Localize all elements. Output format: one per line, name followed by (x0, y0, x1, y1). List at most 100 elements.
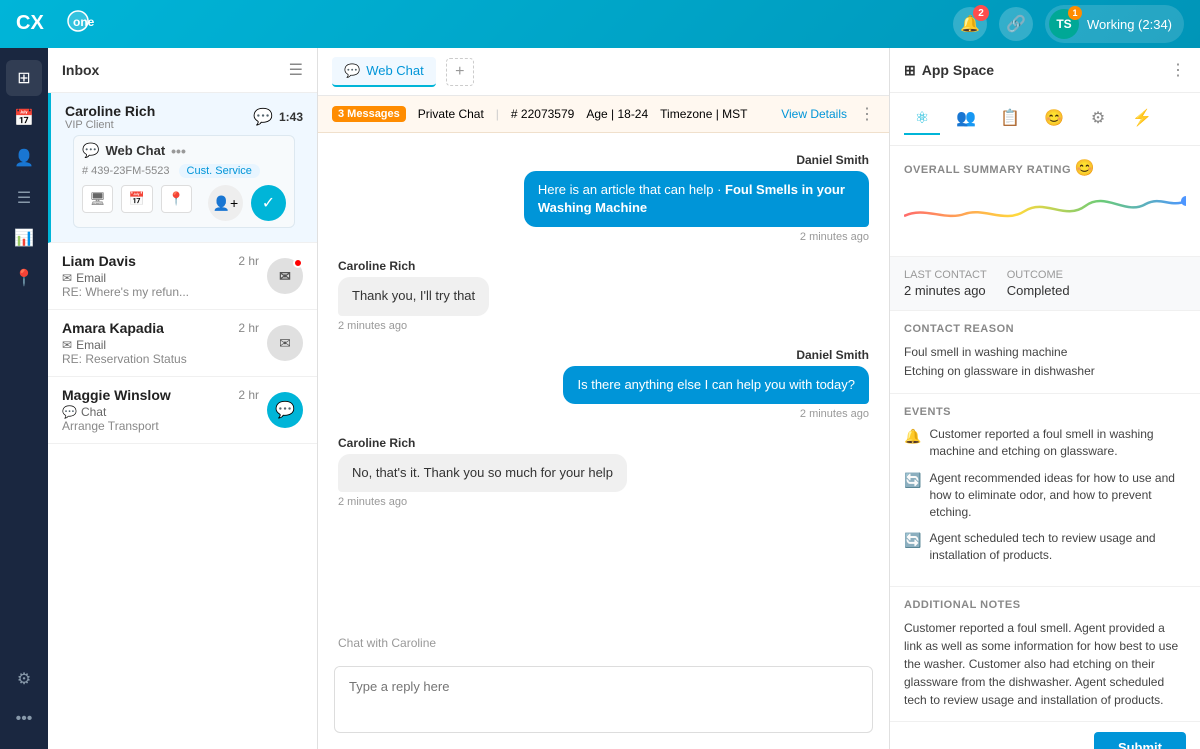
tab-users[interactable]: 👥 (948, 103, 984, 135)
app-space-panel: ⊞ App Space ⋮ ⚛ 👥 📋 😊 ⚙ ⚡ OVERALL SUMMAR… (890, 48, 1200, 749)
chat-header: 💬 Web Chat + (318, 48, 889, 96)
agent-badge: 1 (1068, 6, 1082, 20)
user-plus-btn[interactable]: 👤+ (208, 185, 243, 221)
last-contact-section: LAST CONTACT 2 minutes ago OUTCOME Compl… (890, 257, 1200, 311)
event-2-icon: 🔄 (904, 471, 921, 520)
inbox-item-maggie[interactable]: Maggie Winslow 2 hr 💬Chat Arrange Transp… (48, 377, 317, 444)
chat-info-bar: 3 Messages Private Chat | # 22073579 Age… (318, 96, 889, 133)
webchat-id: # 439-23FM-5523 Cust. Service (82, 165, 286, 177)
caroline-time: 1:43 (279, 110, 303, 124)
events-title: EVENTS (904, 406, 1186, 418)
reply-hint: Chat with Caroline (318, 630, 889, 656)
msg3-sender: Daniel Smith (796, 348, 869, 362)
sidebar-item-calendar[interactable]: 📅 (6, 100, 42, 136)
notes-title: ADDITIONAL NOTES (904, 599, 1186, 611)
sidebar-item-more[interactable]: ••• (6, 701, 42, 737)
contact-reason-text: Foul smell in washing machine Etching on… (904, 343, 1186, 381)
location-btn[interactable]: 📍 (161, 185, 192, 213)
chat-more-btn[interactable]: ⋮ (859, 104, 875, 124)
webchat-label: 💬 Web Chat ••• (82, 142, 186, 159)
grid-icon: ⊞ (904, 62, 916, 79)
top-nav: CX one 🔔 2 🔗 TS 1 Working (2:34) (0, 0, 1200, 48)
submit-button[interactable]: Submit (1094, 732, 1186, 749)
nav-right: 🔔 2 🔗 TS 1 Working (2:34) (953, 5, 1184, 43)
msg2-bubble: Thank you, I'll try that (338, 277, 489, 315)
msg4-bubble: No, that's it. Thank you so much for you… (338, 454, 627, 492)
tab-clipboard[interactable]: 📋 (992, 103, 1028, 135)
logo: CX one (16, 7, 106, 42)
event-2: 🔄 Agent recommended ideas for how to use… (904, 470, 1186, 520)
notification-badge: 2 (973, 5, 989, 21)
inbox-header: Inbox ☰ (48, 48, 317, 93)
svg-text:CX: CX (16, 12, 44, 34)
msg2-time: 2 minutes ago (338, 320, 407, 332)
inbox-menu-icon[interactable]: ☰ (289, 60, 303, 80)
private-chat: Private Chat (418, 107, 484, 121)
maggie-time: 2 hr (238, 388, 259, 402)
message-3: Daniel Smith Is there anything else I ca… (338, 348, 869, 420)
maggie-type: 💬Chat (62, 405, 259, 419)
link-button[interactable]: 🔗 (999, 7, 1033, 41)
app-space-title: ⊞ App Space (904, 62, 994, 79)
maggie-name: Maggie Winslow (62, 387, 171, 403)
svg-text:one: one (73, 15, 95, 29)
calendar-btn[interactable]: 📅 (121, 185, 152, 213)
notifications-button[interactable]: 🔔 2 (953, 7, 987, 41)
msg2-sender: Caroline Rich (338, 259, 415, 273)
liam-preview: RE: Where's my refun... (62, 285, 259, 299)
reply-input[interactable] (335, 667, 872, 727)
timezone: Timezone | MST (660, 107, 747, 121)
inbox-item-liam[interactable]: Liam Davis 2 hr ✉Email RE: Where's my re… (48, 243, 317, 310)
liam-dot (293, 258, 303, 268)
event-1-icon: 🔔 (904, 427, 921, 460)
tab-lightning[interactable]: ⚡ (1124, 103, 1160, 135)
age: Age | 18-24 (586, 107, 648, 121)
inbox-item-amara[interactable]: Amara Kapadia 2 hr ✉Email RE: Reservatio… (48, 310, 317, 377)
tab-atom[interactable]: ⚛ (904, 103, 940, 135)
web-chat-tab[interactable]: 💬 Web Chat (332, 57, 436, 87)
contact-reason-section: CONTACT REASON Foul smell in washing mac… (890, 311, 1200, 394)
agent-status[interactable]: TS 1 Working (2:34) (1045, 5, 1184, 43)
caroline-name: Caroline Rich (65, 103, 155, 119)
inbox-panel: Inbox ☰ Caroline Rich VIP Client 💬 1:43 (48, 48, 318, 749)
overall-rating-title: OVERALL SUMMARY RATING 😊 (904, 158, 1186, 178)
additional-notes-section: ADDITIONAL NOTES Customer reported a fou… (890, 587, 1200, 722)
sidebar-item-map[interactable]: 📍 (6, 260, 42, 296)
accept-btn[interactable]: ✓ (251, 185, 286, 221)
webchat-more[interactable]: ••• (171, 143, 186, 159)
event-1: 🔔 Customer reported a foul smell in wash… (904, 426, 1186, 460)
service-badge: Cust. Service (179, 164, 260, 178)
case-number: # 22073579 (511, 107, 574, 121)
last-contact-label: LAST CONTACT (904, 269, 987, 281)
maggie-avatar: 💬 (267, 392, 303, 428)
screen-share-btn[interactable]: 🖥 (82, 185, 113, 213)
chat-icon: 💬 (253, 107, 273, 127)
sidebar-item-contacts[interactable]: 👤 (6, 140, 42, 176)
sentiment-graph (904, 186, 1186, 236)
amara-avatar: ✉ (267, 325, 303, 361)
message-1: Daniel Smith Here is an article that can… (338, 153, 869, 243)
view-details-button[interactable]: View Details (781, 107, 847, 121)
webchat-actions: 🖥 📅 📍 👤+ ✓ (82, 185, 286, 221)
reply-area (334, 666, 873, 733)
contact-reason-title: CONTACT REASON (904, 323, 1186, 335)
avatar: TS 1 (1049, 9, 1079, 39)
app-space-header: ⊞ App Space ⋮ (890, 48, 1200, 93)
inbox-item-caroline[interactable]: Caroline Rich VIP Client 💬 1:43 💬 Web Ch… (48, 93, 317, 243)
app-space-more[interactable]: ⋮ (1170, 60, 1186, 80)
tab-settings[interactable]: ⚙ (1080, 103, 1116, 135)
liam-name: Liam Davis (62, 253, 136, 269)
add-tab-button[interactable]: + (446, 58, 474, 86)
rating-emoji: 😊 (1075, 160, 1095, 177)
submit-area: Submit (890, 722, 1200, 749)
msg3-time: 2 minutes ago (800, 408, 869, 420)
app-space-tabs: ⚛ 👥 📋 😊 ⚙ ⚡ (890, 93, 1200, 146)
amara-time: 2 hr (238, 321, 259, 335)
sidebar-item-home[interactable]: ⊞ (6, 60, 42, 96)
messages-badge: 3 Messages (332, 106, 406, 122)
tab-sentiment[interactable]: 😊 (1036, 103, 1072, 135)
sidebar-item-reports[interactable]: 📊 (6, 220, 42, 256)
webchat-expanded: 💬 Web Chat ••• # 439-23FM-5523 Cust. Ser… (73, 135, 295, 228)
sidebar-item-settings[interactable]: ⚙ (6, 661, 42, 697)
sidebar-item-list[interactable]: ☰ (6, 180, 42, 216)
